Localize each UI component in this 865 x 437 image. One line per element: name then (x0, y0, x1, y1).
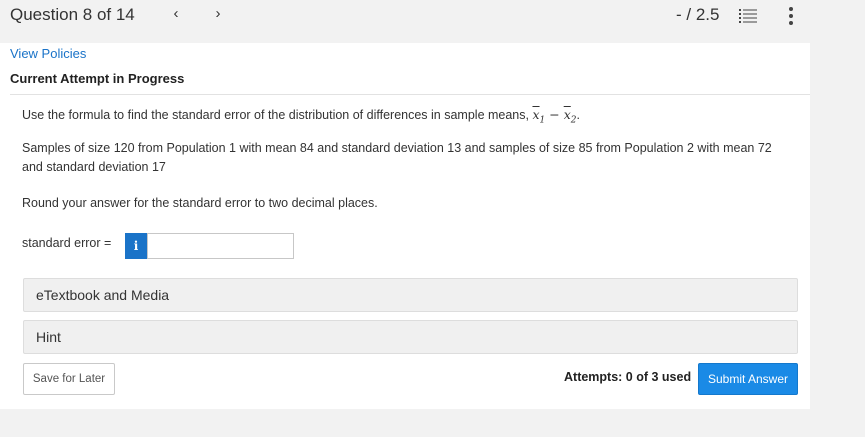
question-card: View Policies Current Attempt in Progres… (0, 43, 810, 409)
info-icon[interactable]: i (125, 233, 147, 259)
answer-label: standard error = (22, 236, 112, 250)
formula: x1 − x2 (532, 107, 577, 126)
view-policies-link[interactable]: View Policies (10, 46, 86, 61)
divider (10, 94, 810, 95)
question-instruction: Use the formula to find the standard err… (22, 107, 580, 126)
standard-error-input[interactable] (147, 233, 294, 259)
save-for-later-button[interactable]: Save for Later (23, 363, 115, 395)
etextbook-media-panel[interactable]: eTextbook and Media (23, 278, 798, 312)
list-icon[interactable] (739, 8, 757, 24)
instruction-text: Use the formula to find the standard err… (22, 108, 533, 122)
question-rounding-instruction: Round your answer for the standard error… (22, 196, 378, 210)
attempt-status: Current Attempt in Progress (10, 71, 185, 86)
submit-answer-button[interactable]: Submit Answer (698, 363, 798, 395)
chevron-left-icon[interactable]: ‹ (168, 5, 184, 23)
chevron-right-icon[interactable]: › (210, 5, 226, 23)
question-title: Question 8 of 14 (10, 5, 135, 24)
hint-panel[interactable]: Hint (23, 320, 798, 354)
question-given-data: Samples of size 120 from Population 1 wi… (22, 141, 772, 174)
score-display: - / 2.5 (676, 5, 720, 24)
attempts-counter: Attempts: 0 of 3 used (564, 370, 692, 384)
more-vertical-icon[interactable] (788, 6, 794, 26)
top-bar: Question 8 of 14 ‹ › - / 2.5 (0, 0, 865, 32)
